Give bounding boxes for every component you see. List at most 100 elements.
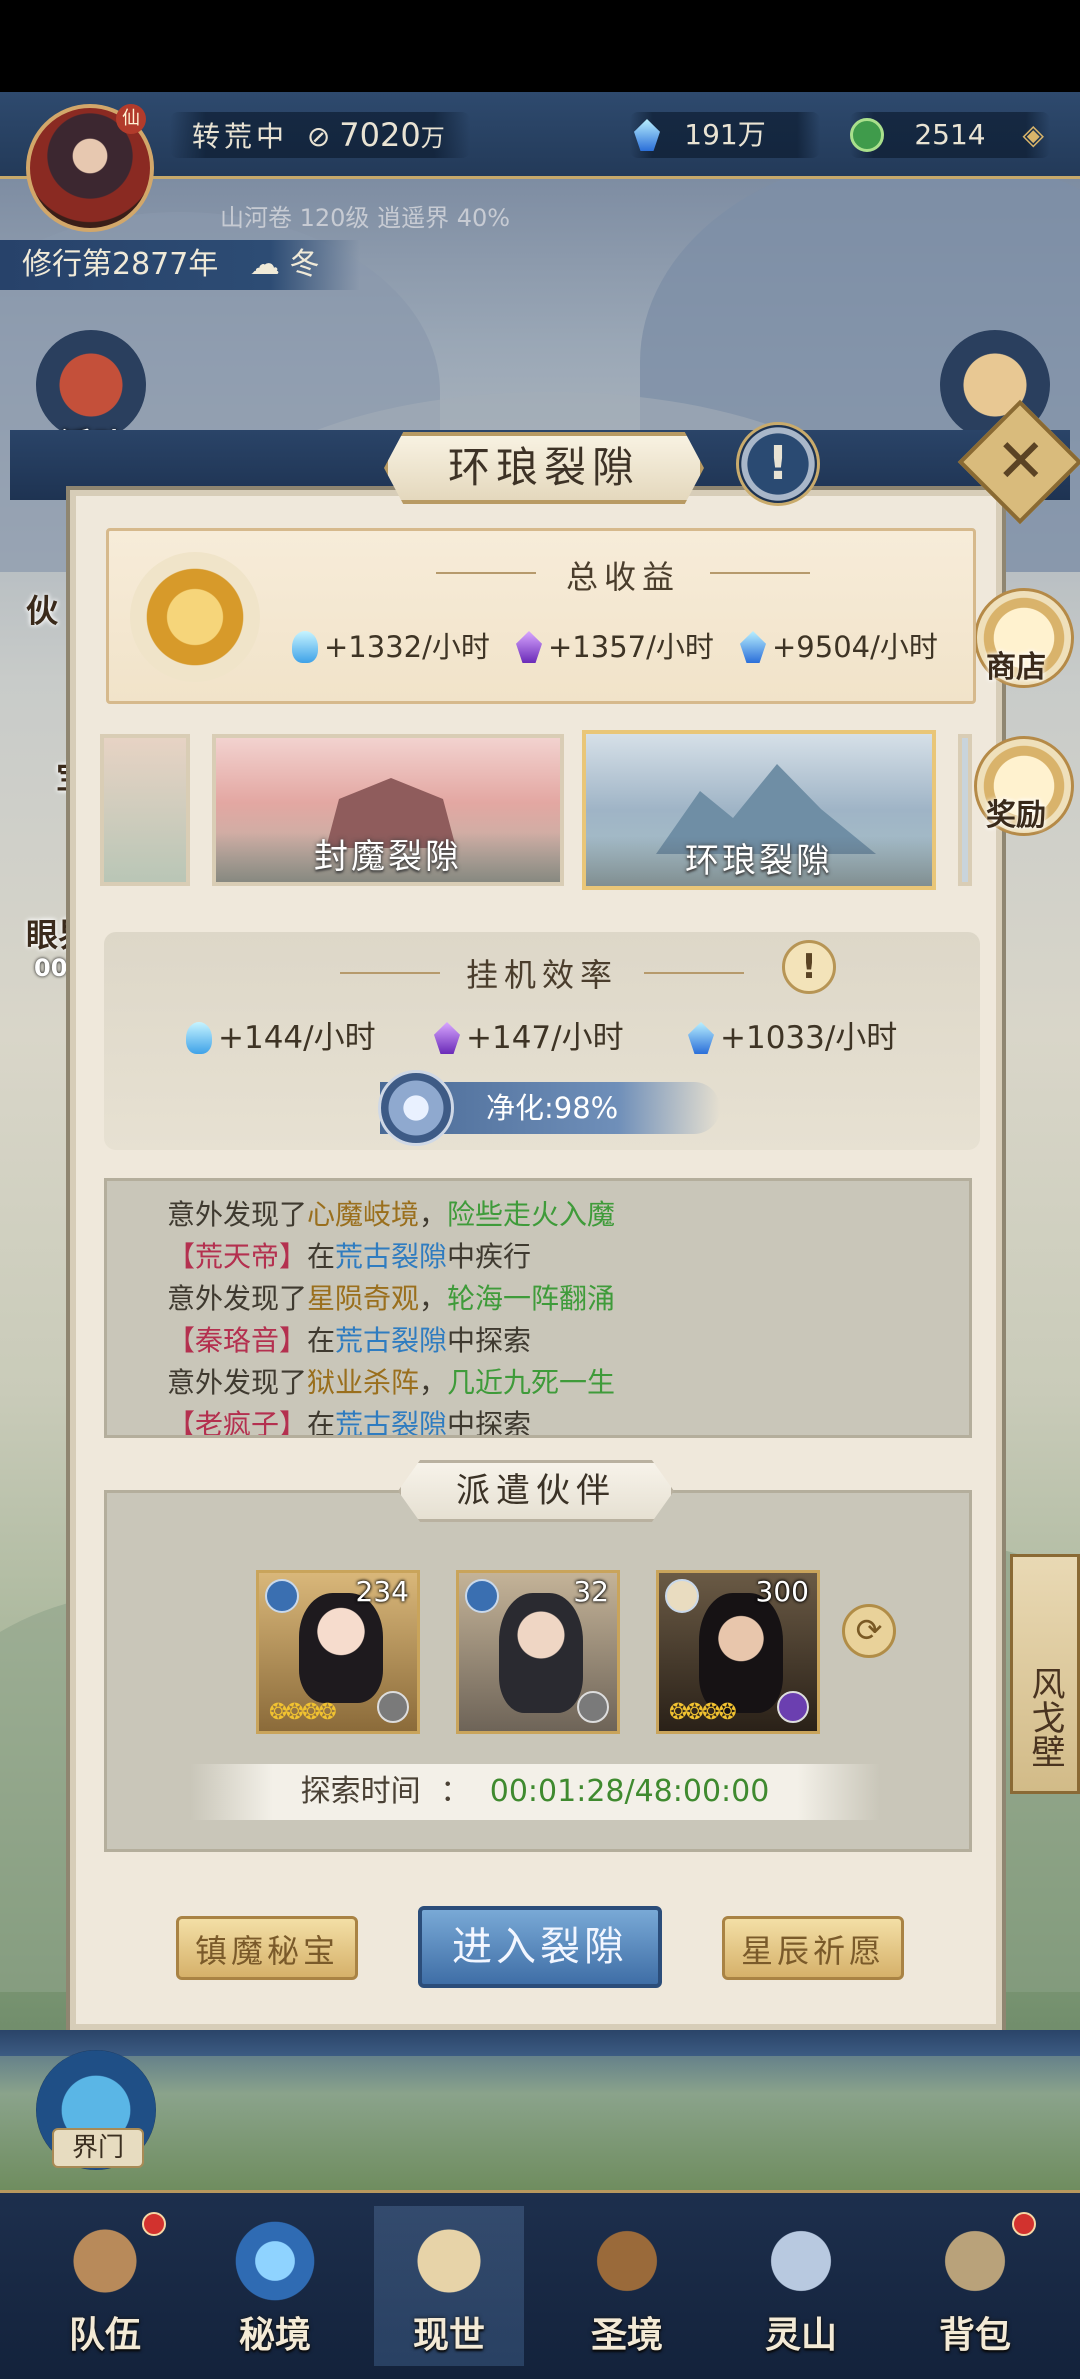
purple-crystal-icon: [516, 631, 542, 663]
efficiency-info-icon[interactable]: !: [782, 940, 836, 994]
hero-card-3[interactable]: 300 ❂❂❂❂: [656, 1570, 820, 1734]
log-text: 中疾行: [447, 1240, 532, 1273]
partner-label: 伙: [26, 592, 59, 630]
panel-footer-bar: [0, 2030, 1080, 2056]
rank-badge-icon: [377, 1691, 409, 1723]
hero-card-1[interactable]: 234 ❂❂❂❂: [256, 1570, 420, 1734]
blue-crystal-icon: [740, 631, 766, 663]
log-text: 中探索: [447, 1324, 532, 1357]
scroll-icon: [394, 2206, 504, 2316]
refresh-icon[interactable]: ⟳: [842, 1604, 896, 1658]
nav-secret-realm[interactable]: 秘境: [200, 2206, 350, 2366]
time-label: 探索时间: [300, 1774, 421, 1809]
log-hero: 【秦珞音】: [167, 1324, 308, 1357]
hero-stars: ❂❂❂❂: [269, 1700, 337, 1725]
hero-card-2[interactable]: 32: [456, 1570, 620, 1734]
star-wish-button[interactable]: 星辰祈愿: [722, 1916, 904, 1980]
log-place: 荒古裂隙: [335, 1240, 448, 1273]
spirit-fire-icon: [292, 631, 318, 663]
hero-stars: ❂❂❂❂: [669, 1700, 737, 1725]
power-value: 7020: [339, 116, 421, 154]
log-text: 在: [307, 1324, 336, 1357]
spirit-fire-icon: [186, 1022, 212, 1054]
crystal-icon: [634, 119, 660, 151]
vortex-icon: [220, 2206, 330, 2316]
status-bar: [0, 0, 1080, 92]
log-place: 荒古裂隙: [335, 1324, 448, 1357]
map-card-next[interactable]: [958, 734, 972, 886]
enter-rift-button[interactable]: 进入裂隙: [418, 1906, 662, 1988]
jade-icon: [850, 118, 884, 152]
hero-portrait: [499, 1593, 583, 1713]
nav-holy-realm[interactable]: 圣境: [552, 2206, 702, 2366]
nav-label: 秘境: [238, 2315, 311, 2356]
power-label: 转荒中: [192, 120, 289, 153]
blue-crystal-icon: [688, 1022, 714, 1054]
treasure-chest-icon: [130, 552, 260, 682]
log-place: 星陨奇观: [307, 1282, 420, 1315]
power-display: 转荒中 ⊘ 7020万: [170, 112, 470, 158]
log-place: 荒古裂隙: [335, 1408, 448, 1438]
explore-time: 探索时间 ： 00:01:28/48:00:00: [190, 1764, 880, 1820]
nav-label: 队伍: [68, 2315, 141, 2356]
map-name: 环琅裂隙: [586, 836, 932, 886]
rank-badge-icon: [777, 1691, 809, 1723]
divider: [710, 572, 810, 574]
element-icon: [465, 1579, 499, 1613]
hero-level: 234: [355, 1575, 409, 1608]
log-line: 意外发现了星陨奇观，轮海一阵翻涌: [167, 1277, 615, 1317]
nav-spirit-mountain[interactable]: 灵山: [726, 2206, 876, 2366]
shop-label: 商店: [986, 650, 1046, 685]
divider: [340, 972, 440, 974]
map-card-prev[interactable]: [100, 734, 190, 886]
efficiency-label: 挂机效率: [466, 956, 619, 994]
rank-badge-icon: [577, 1691, 609, 1723]
hero-portrait: [699, 1593, 783, 1713]
purple-crystal-icon: [434, 1022, 460, 1054]
exploration-log[interactable]: 意外发现了心魔岐境，险些走火入魔 【荒天帝】在荒古裂隙中疾行 意外发现了星陨奇观…: [104, 1178, 972, 1438]
log-line: 意外发现了狱业杀阵，几近九死一生: [167, 1361, 615, 1401]
dispatch-title: 派遣伙伴: [398, 1460, 674, 1522]
time-sep: ：: [440, 1774, 471, 1809]
nav-team[interactable]: 队伍: [30, 2206, 180, 2366]
nav-backpack[interactable]: 背包: [900, 2206, 1050, 2366]
time-value: 00:01:28/48:00:00: [489, 1774, 770, 1809]
divider: [644, 972, 744, 974]
rate-value: +1332/小时: [324, 630, 490, 664]
rate-value: +9504/小时: [772, 630, 938, 664]
add-icon[interactable]: ◈: [1022, 112, 1044, 158]
log-place: 狱业杀阵: [307, 1366, 420, 1399]
eff-rate-spirit: +144/小时: [186, 1012, 376, 1057]
log-line: 【秦珞音】在荒古裂隙中探索: [167, 1319, 531, 1359]
nav-label: 现世: [412, 2315, 485, 2356]
mountain-icon: [746, 2206, 856, 2316]
nav-label: 灵山: [764, 2315, 837, 2356]
log-place: 心魔岐境: [307, 1198, 420, 1231]
log-text: 意外发现了: [167, 1198, 308, 1231]
purify-text: 净化:98%: [486, 1091, 619, 1125]
currency-b[interactable]: 2514 ◈: [850, 112, 1050, 158]
panel-title: 环琅裂隙: [384, 432, 704, 504]
rate-value: +144/小时: [218, 1020, 376, 1056]
eff-rate-blue: +1033/小时: [688, 1012, 897, 1057]
wind-gobi-banner[interactable]: 风戈壁: [1010, 1554, 1080, 1794]
rate-value: +1033/小时: [720, 1020, 898, 1056]
log-text: 意外发现了: [167, 1366, 308, 1399]
income-rate-spirit: +1332/小时: [292, 624, 490, 666]
log-result: 轮海一阵翻涌: [447, 1282, 616, 1315]
info-icon[interactable]: !: [736, 422, 820, 506]
currency-a[interactable]: 191万: [630, 112, 820, 158]
hero-portrait: [299, 1593, 383, 1703]
log-text: 中探索: [447, 1408, 532, 1438]
map-card-fengmo[interactable]: 封魔裂隙: [212, 734, 564, 886]
income-label: 总收益: [566, 558, 681, 596]
nav-world[interactable]: 现世: [374, 2206, 524, 2366]
temple-icon: [572, 2206, 682, 2316]
power-unit: 万: [420, 124, 445, 152]
log-result: 几近九死一生: [447, 1366, 616, 1399]
demon-treasure-button[interactable]: 镇魔秘宝: [176, 1916, 358, 1980]
hero-level: 32: [573, 1575, 609, 1608]
realm-info: 山河卷 120级 逍遥界 40%: [220, 204, 511, 232]
eff-rate-purple: +147/小时: [434, 1012, 624, 1057]
map-card-huanlang-selected[interactable]: 环琅裂隙: [582, 730, 936, 890]
